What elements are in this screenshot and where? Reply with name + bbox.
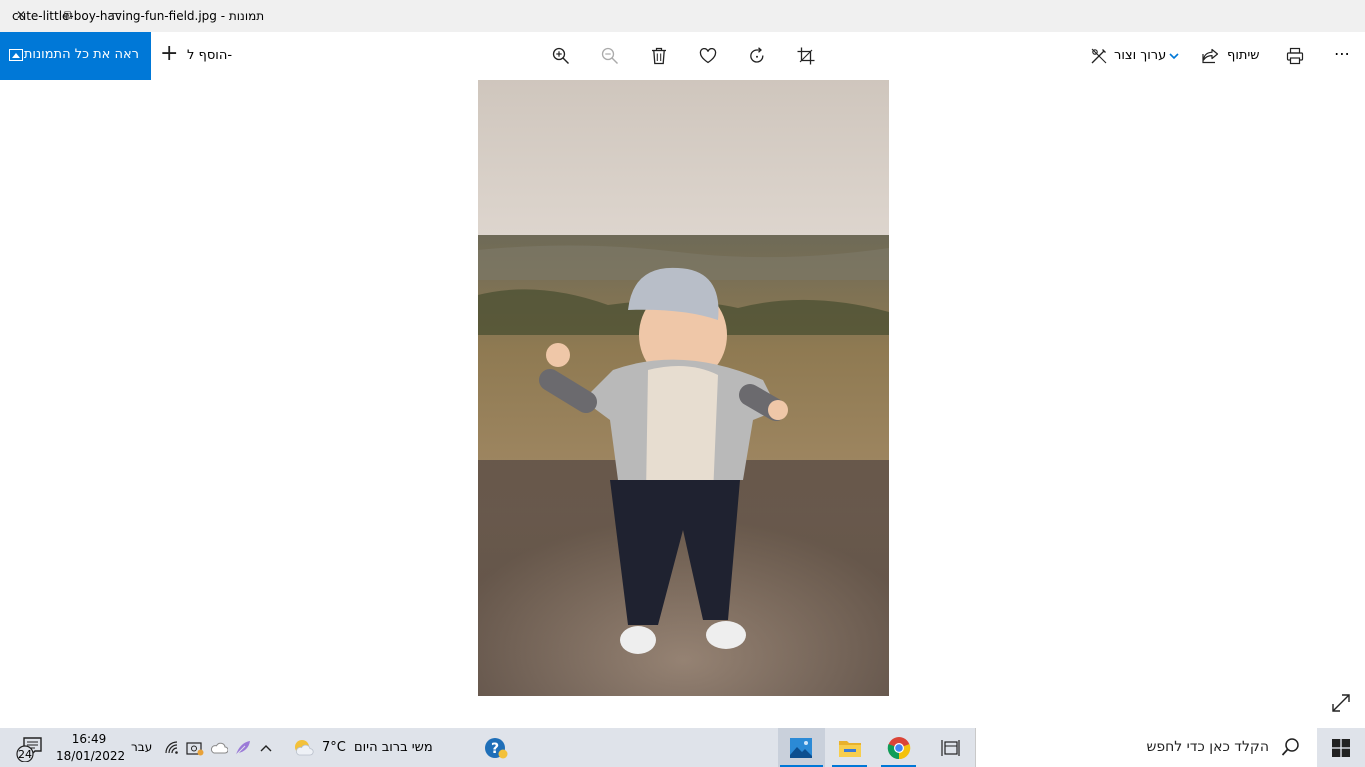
search-icon: [1281, 738, 1299, 756]
edit-create-icon[interactable]: [1087, 44, 1111, 68]
photo-viewer-image: [478, 80, 889, 696]
zoom-out-icon[interactable]: [598, 44, 622, 68]
chevron-up-icon[interactable]: [259, 738, 273, 758]
clock-time: 16:49: [71, 732, 107, 746]
zoom-in-icon[interactable]: [549, 44, 573, 68]
trash-icon[interactable]: [647, 44, 671, 68]
taskbar-search-box[interactable]: הקלד כאן כדי לחפש: [975, 728, 1317, 767]
windows-logo-icon: [1331, 738, 1350, 757]
notification-count: 24: [18, 748, 32, 761]
feather-icon[interactable]: [234, 738, 252, 758]
heart-icon[interactable]: [696, 44, 720, 68]
onedrive-icon[interactable]: [210, 738, 228, 758]
clock-date: 18/01/2022: [56, 749, 126, 763]
add-to-label: הוסף ל-: [187, 48, 233, 63]
share-button[interactable]: שיתוף: [1227, 48, 1260, 63]
chevron-down-icon[interactable]: [1164, 44, 1184, 68]
see-all-label: ראה את כל התמונות: [23, 47, 139, 62]
taskbar-file-explorer[interactable]: [826, 728, 873, 767]
taskbar-chrome[interactable]: [875, 728, 922, 767]
edit-create-button[interactable]: ערוך וצור: [1114, 48, 1166, 63]
weather-temperature: 7°C: [322, 740, 346, 755]
chrome-icon: [887, 736, 910, 759]
weather-description: משי ברוב היום: [354, 740, 433, 755]
crop-icon[interactable]: [794, 44, 818, 68]
printer-icon[interactable]: [1283, 44, 1307, 68]
folder-icon: [838, 740, 861, 757]
expand-icon[interactable]: [1330, 692, 1354, 716]
help-icon[interactable]: ?: [483, 736, 509, 760]
language-indicator[interactable]: עבר: [131, 740, 152, 754]
taskbar-photos-app[interactable]: [778, 728, 825, 767]
rotate-icon[interactable]: [745, 44, 769, 68]
meet-now-icon[interactable]: [186, 738, 204, 758]
share-icon[interactable]: [1198, 44, 1222, 68]
task-view-icon[interactable]: [926, 728, 973, 767]
photos-app-icon: [790, 738, 812, 758]
title-bar: cute-little-boy-having-fun-field.jpg - ת…: [0, 0, 1365, 32]
close-button[interactable]: ✕: [16, 8, 26, 22]
see-all-photos-button[interactable]: ראה את כל התמונות: [0, 32, 151, 80]
image-icon: [9, 49, 23, 61]
wifi-icon[interactable]: [164, 738, 180, 758]
window-controls: ✕ ⧉ —: [10, 6, 122, 24]
svg-text:?: ?: [491, 741, 499, 757]
minimize-button[interactable]: —: [110, 6, 122, 20]
start-button[interactable]: [1316, 728, 1365, 767]
clock[interactable]: 16:49 18/01/2022: [56, 731, 126, 765]
search-placeholder: הקלד כאן כדי לחפש: [1146, 739, 1269, 755]
plus-icon: +: [160, 41, 179, 66]
more-options-button[interactable]: ⋯: [1334, 44, 1350, 63]
notification-center-button[interactable]: 24: [14, 736, 44, 763]
partly-sunny-icon: [295, 740, 314, 756]
restore-button[interactable]: ⧉: [64, 8, 73, 23]
